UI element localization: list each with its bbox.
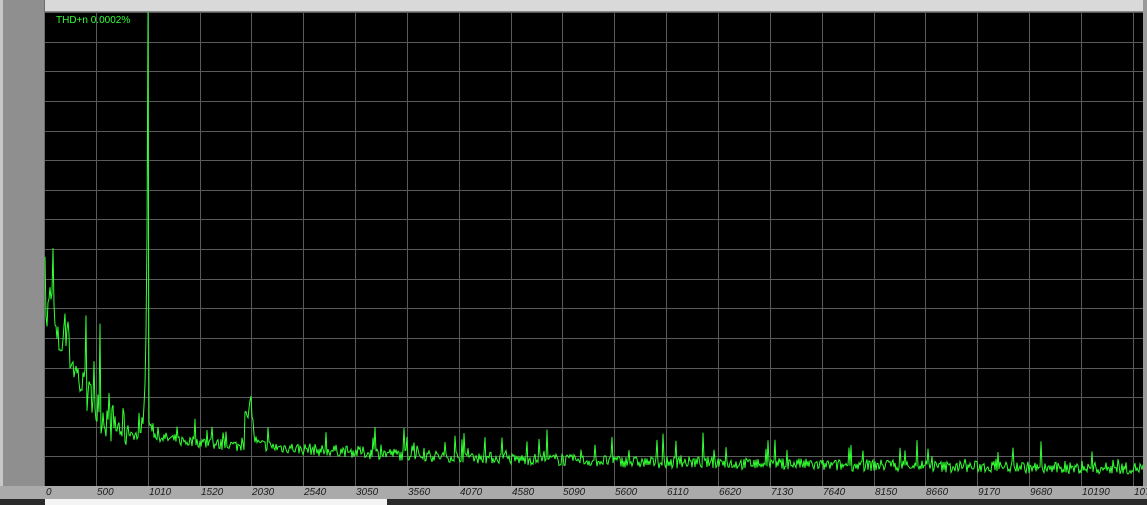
x-tick-label: 1010: [149, 487, 172, 498]
grid: [45, 12, 1143, 486]
x-tick-label: 2030: [252, 487, 275, 498]
x-tick-label: 7130: [771, 487, 794, 498]
x-tick-label: 0: [46, 487, 52, 498]
x-tick-label: 1520: [201, 487, 224, 498]
x-tick-label: 2540: [304, 487, 327, 498]
spectrum-plot[interactable]: [0, 0, 1147, 486]
x-tick-label: 6620: [719, 487, 742, 498]
x-tick-label: 5090: [563, 487, 586, 498]
x-tick-label: 10700: [1134, 487, 1147, 498]
trace-layer: [44, 11, 1144, 475]
x-tick-label: 8150: [875, 487, 898, 498]
x-tick-label: 4580: [512, 487, 535, 498]
x-tick-label: 7640: [823, 487, 846, 498]
x-tick-label: 4070: [460, 487, 483, 498]
x-tick-label: 8660: [926, 487, 949, 498]
x-tick-label: 500: [97, 487, 114, 498]
x-tick-label: 3050: [356, 487, 379, 498]
scrollbar-thumb[interactable]: [45, 499, 387, 505]
x-tick-label: 5600: [615, 487, 638, 498]
x-tick-label: 9170: [978, 487, 1001, 498]
analyzer-window: THD+n 0.0002% 0 500 1010 1520 2030 2540 3050 35…: [0, 0, 1147, 505]
spectrum-trace: [44, 11, 1144, 475]
x-tick-label: 9680: [1030, 487, 1053, 498]
thd-readout: THD+n 0.0002%: [56, 15, 131, 26]
x-tick-label: 10190: [1082, 487, 1110, 498]
x-tick-label: 6110: [667, 487, 689, 498]
x-tick-label: 3560: [408, 487, 431, 498]
